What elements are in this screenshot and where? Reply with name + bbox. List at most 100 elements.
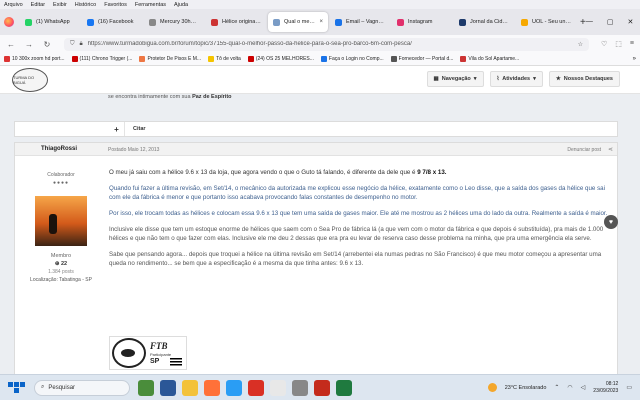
bookmark-item[interactable]: Vila do Sol Apartame... — [460, 56, 519, 62]
post-date[interactable]: Postado Maio 12, 2013 — [108, 147, 159, 153]
paragraph-2: Quando fui fazer a última revisão, em Se… — [109, 185, 605, 201]
extensions-icon[interactable]: ⬚ — [615, 40, 622, 48]
menu-item[interactable]: Editar — [31, 2, 45, 8]
nav-atividades-button[interactable]: ⌇ Atividades ▾ — [489, 71, 543, 87]
chevron-down-icon: ▾ — [473, 76, 477, 82]
firefox-logo-icon[interactable] — [4, 17, 14, 27]
edge-icon[interactable] — [226, 379, 242, 396]
tab-favicon-icon — [521, 18, 528, 26]
toolbar-right: ♡ ⬚ ≡ — [601, 40, 634, 48]
window-controls: — ▢ ✕ — [586, 18, 640, 26]
browser-tab[interactable]: Jornal da Cidade — [454, 12, 514, 32]
bookmark-favicon-icon — [208, 56, 215, 62]
report-post-link[interactable]: Denunciar post — [567, 147, 601, 153]
taskbar-search[interactable]: ⌕ Pesquisar — [34, 379, 130, 396]
browser-tab[interactable]: Instagram — [392, 12, 452, 32]
notifications-icon[interactable]: ▭ — [626, 384, 632, 391]
bookmark-item[interactable]: Protetor De Pisos E M... — [139, 56, 201, 62]
site-logo[interactable]: TURMA DO BIGUÁ — [12, 68, 48, 92]
windows-start-icon[interactable] — [6, 378, 26, 398]
lock-icon[interactable]: 🔒︎ — [80, 41, 83, 48]
bookmark-star-icon[interactable]: ☆ — [578, 41, 583, 48]
close-tab-icon[interactable]: × — [319, 19, 323, 25]
rank-pips: ●●●● — [52, 180, 70, 186]
reload-icon[interactable]: ↻ — [42, 40, 52, 49]
bookmark-item[interactable]: (111) Chrono Trigger (... — [71, 56, 132, 62]
menu-item[interactable]: Histórico — [75, 2, 96, 8]
author-name[interactable]: ThiagoRossi — [41, 146, 77, 152]
reputation-count: 22 — [61, 261, 68, 267]
menu-icon[interactable]: ≡ — [630, 40, 634, 48]
browser-tab[interactable]: Hélice original | H — [206, 12, 266, 32]
chevron-up-icon[interactable]: ⌃ — [554, 384, 559, 391]
share-icon[interactable]: ⋖ — [608, 146, 613, 153]
signature-text: FTB Participante SP — [150, 341, 171, 365]
quote-button[interactable]: Citar — [125, 126, 154, 132]
post-count: 1.384 posts — [48, 269, 74, 275]
tab-label: UOL - Seu univer — [532, 19, 571, 25]
widgets-icon[interactable] — [138, 379, 154, 396]
tab-favicon-icon — [211, 18, 218, 26]
previous-post-bold: Paz de Espírito — [192, 94, 232, 100]
speaker-icon[interactable]: ◁ — [581, 384, 586, 391]
bookmark-item[interactable]: Faça o Login no Comp... — [320, 56, 384, 62]
browser-tab[interactable]: Email – Vagner M — [330, 12, 390, 32]
shield-icon[interactable]: ⛉ — [70, 41, 75, 48]
address-bar[interactable]: ⛉ 🔒︎ https://www.turmadobigua.com.br/for… — [64, 37, 589, 51]
weather-text[interactable]: 23°C Ensolarado — [505, 385, 547, 391]
chrome-icon[interactable] — [248, 379, 264, 396]
excel-icon[interactable] — [336, 379, 352, 396]
multiquote-button[interactable]: + — [109, 122, 125, 136]
menu-item[interactable]: Ferramentas — [135, 2, 166, 8]
browser-tab[interactable]: (16) Facebook — [82, 12, 142, 32]
menu-item[interactable]: Ajuda — [174, 2, 188, 8]
forward-icon[interactable]: → — [24, 40, 34, 49]
browser-tabbar: (1) WhatsApp (16) Facebook Mercury 30hp 2T… — [0, 9, 640, 35]
store-icon[interactable] — [270, 379, 286, 396]
browser-tab[interactable]: UOL - Seu univer — [516, 12, 576, 32]
bookmarks-bar: 10 300x zoom hd port... (111) Chrono Trig… — [0, 53, 640, 66]
paragraph-1-text: O meu já saiu com a hélice 9.6 x 13 da l… — [109, 169, 416, 176]
windows-taskbar: ⌕ Pesquisar 23°C Ensolarado ⌃ ◠ ◁ 08:12 … — [0, 374, 640, 400]
close-window-icon[interactable]: ✕ — [627, 18, 633, 26]
menu-item[interactable]: Favoritos — [104, 2, 127, 8]
nav-navegacao-button[interactable]: ▦ Navegação ▾ — [426, 71, 484, 87]
bookmark-item[interactable]: Fornecedor — Portal d... — [390, 56, 454, 62]
firefox-taskbar-icon[interactable] — [204, 379, 220, 396]
task-view-icon[interactable] — [160, 379, 176, 396]
more-bookmarks-icon[interactable]: » — [633, 56, 636, 62]
menu-item[interactable]: Exibir — [53, 2, 67, 8]
clock[interactable]: 08:12 23/09/2023 — [593, 381, 618, 395]
file-explorer-icon[interactable] — [182, 379, 198, 396]
maximize-icon[interactable]: ▢ — [607, 18, 614, 26]
clock-date: 23/09/2023 — [593, 387, 619, 394]
sun-icon — [487, 383, 497, 392]
signature-state: SP — [150, 358, 160, 365]
minimize-icon[interactable]: — — [586, 18, 593, 26]
url-text[interactable]: https://www.turmadobigua.com.br/forum/to… — [88, 41, 573, 47]
member-group: Membro — [50, 253, 72, 259]
browser-tab[interactable]: Mercury 30hp 2T — [144, 12, 204, 32]
nav-destaques-button[interactable]: ★ Nossos Destaques — [548, 71, 620, 87]
pulse-icon: ⌇ — [496, 76, 500, 82]
wifi-icon[interactable]: ◠ — [567, 384, 572, 391]
app-icon[interactable] — [314, 379, 330, 396]
avatar[interactable] — [35, 196, 87, 246]
browser-tab[interactable]: Qual o melhor × — [268, 12, 328, 32]
grid-icon: ▦ — [433, 76, 439, 82]
browser-tab[interactable]: (1) WhatsApp — [20, 12, 80, 32]
menu-item[interactable]: Arquivo — [4, 2, 23, 8]
tab-label: (16) Facebook — [98, 19, 134, 25]
back-icon[interactable]: ← — [6, 40, 16, 49]
heart-icon[interactable]: ♥ — [604, 215, 618, 229]
bookmark-item[interactable]: (24) OS 25 MELHORES... — [247, 56, 314, 62]
tab-label: Jornal da Cidade — [470, 19, 509, 25]
pocket-icon[interactable]: ♡ — [601, 40, 607, 48]
site-nav: ▦ Navegação ▾ ⌇ Atividades ▾ ★ Nossos De… — [426, 71, 620, 87]
camera-icon[interactable] — [292, 379, 308, 396]
bookmark-label: Fornecedor — Portal d... — [398, 56, 454, 62]
tab-favicon-icon — [335, 18, 342, 26]
bookmark-item[interactable]: 10 300x zoom hd port... — [4, 56, 65, 62]
browser-navbar: ← → ↻ ⛉ 🔒︎ https://www.turmadobigua.com.… — [0, 35, 640, 53]
bookmark-item[interactable]: Tô de volta — [208, 56, 241, 62]
